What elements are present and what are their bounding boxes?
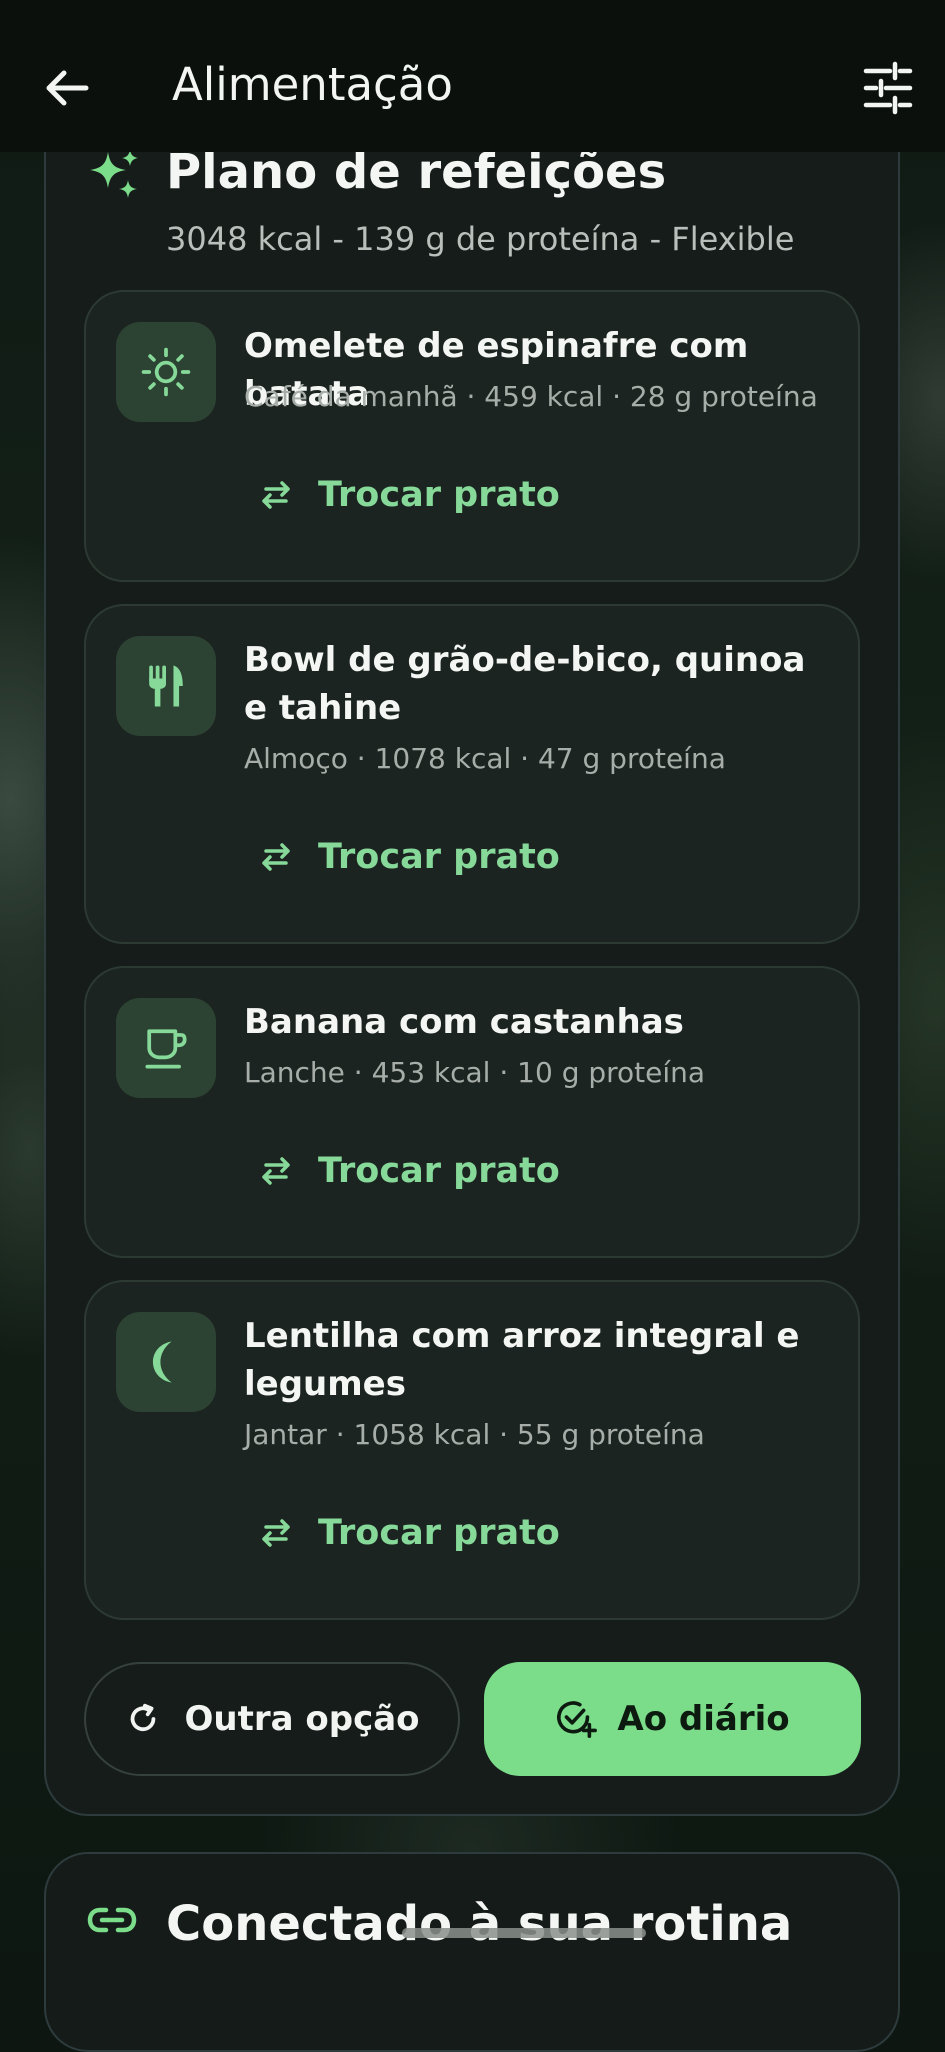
other-option-button[interactable]: Outra opção	[84, 1662, 460, 1776]
meal-name: Banana com castanhas	[244, 1002, 684, 1042]
swap-dish-label: Trocar prato	[318, 475, 560, 515]
swap-dish-label: Trocar prato	[318, 837, 560, 877]
page-title: Alimentação	[172, 58, 453, 111]
moon-icon	[152, 1341, 172, 1383]
meal-icon-badge	[116, 322, 216, 422]
cup-icon	[145, 1029, 187, 1069]
meal-card-breakfast: Omelete de espinafre com batata Café da …	[84, 290, 860, 582]
swap-dish-label: Trocar prato	[318, 1513, 560, 1553]
meal-meta: Jantar · 1058 kcal · 55 g proteína	[244, 1418, 705, 1451]
add-to-diary-button[interactable]: Ao diário	[484, 1662, 861, 1776]
filter-button[interactable]	[856, 56, 920, 120]
sun-icon	[141, 347, 191, 397]
swap-dish-button[interactable]: Trocar prato	[256, 460, 560, 530]
meal-card-dinner: Lentilha com arroz integral e legumes Ja…	[84, 1280, 860, 1620]
meal-meta: Lanche · 453 kcal · 10 g proteína	[244, 1056, 706, 1089]
sliders-icon	[863, 61, 913, 115]
meal-name: Lentilha com arroz integral e legumes	[244, 1316, 800, 1404]
meal-icon-badge	[116, 636, 216, 736]
swap-dish-button[interactable]: Trocar prato	[256, 1136, 560, 1206]
meal-icon-badge	[116, 998, 216, 1098]
swap-dish-label: Trocar prato	[318, 1151, 560, 1191]
meal-card-lunch: Bowl de grão-de-bico, quinoa e tahine Al…	[84, 604, 860, 944]
meal-name: Bowl de grão-de-bico, quinoa e tahine	[244, 640, 806, 728]
link-icon	[87, 1907, 137, 1933]
utensils-icon	[149, 665, 183, 707]
plan-title: Plano de refeições	[166, 144, 667, 200]
routine-title: Conectado à sua rotina	[166, 1896, 793, 1952]
meal-icon-badge	[116, 1312, 216, 1412]
swap-dish-button[interactable]: Trocar prato	[256, 1498, 560, 1568]
swap-arrows-icon	[262, 1519, 290, 1547]
swap-dish-button[interactable]: Trocar prato	[256, 822, 560, 892]
refresh-icon	[131, 1703, 156, 1732]
add-to-diary-label: Ao diário	[617, 1699, 790, 1739]
app-bar: Alimentação	[0, 0, 945, 152]
home-indicator[interactable]	[402, 1928, 646, 1938]
meal-card-snack: Banana com castanhas Lanche · 453 kcal ·…	[84, 966, 860, 1258]
swap-arrows-icon	[262, 481, 290, 509]
meal-meta: Café da manhã · 459 kcal · 28 g proteína	[244, 380, 818, 413]
check-circle-plus-icon	[557, 1701, 598, 1738]
meal-meta: Almoço · 1078 kcal · 47 g proteína	[244, 742, 726, 775]
plan-summary: 3048 kcal - 139 g de proteína - Flexible	[166, 220, 795, 258]
swap-arrows-icon	[262, 1157, 290, 1185]
back-button[interactable]	[36, 56, 100, 120]
swap-arrows-icon	[262, 843, 290, 871]
other-option-label: Outra opção	[184, 1699, 420, 1739]
routine-panel	[44, 1852, 900, 2052]
sparkle-icon	[90, 150, 138, 198]
arrow-left-icon	[46, 70, 89, 106]
